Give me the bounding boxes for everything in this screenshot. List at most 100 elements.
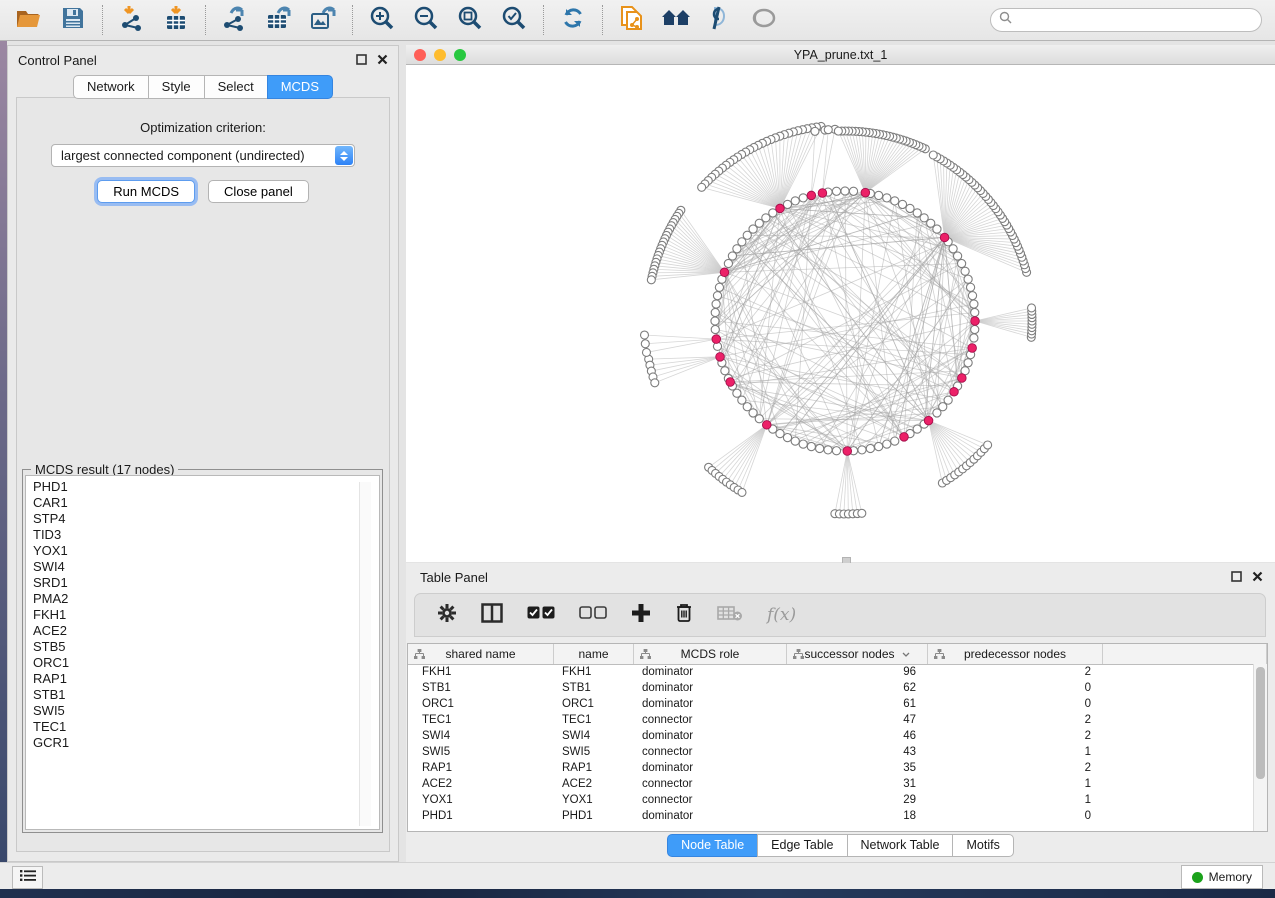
- list-item[interactable]: STB5: [33, 639, 379, 655]
- network-hub-node[interactable]: [958, 374, 967, 383]
- criterion-select[interactable]: largest connected component (undirected): [51, 144, 355, 167]
- network-hub-node[interactable]: [971, 317, 980, 326]
- network-node[interactable]: [642, 348, 650, 356]
- table-row[interactable]: YOX1YOX1connector291: [408, 792, 1254, 808]
- show-hide-panels-button[interactable]: [706, 6, 734, 34]
- list-item[interactable]: CAR1: [33, 495, 379, 511]
- network-node[interactable]: [849, 187, 857, 195]
- network-hub-node[interactable]: [940, 233, 949, 242]
- delete-table-button[interactable]: [717, 602, 743, 628]
- network-hub-node[interactable]: [762, 421, 771, 430]
- network-node[interactable]: [832, 187, 840, 195]
- network-node[interactable]: [966, 283, 974, 291]
- network-hub-node[interactable]: [843, 447, 852, 456]
- network-node[interactable]: [832, 447, 840, 455]
- list-item[interactable]: PMA2: [33, 591, 379, 607]
- table-row[interactable]: STB1STB1dominator620: [408, 680, 1254, 696]
- float-panel-icon[interactable]: [1231, 570, 1242, 585]
- list-item[interactable]: STP4: [33, 511, 379, 527]
- minimize-window-light[interactable]: [434, 49, 446, 61]
- close-panel-icon[interactable]: [1252, 570, 1263, 585]
- network-node[interactable]: [858, 509, 866, 517]
- column-header-shared-name[interactable]: shared name: [408, 644, 554, 664]
- network-node[interactable]: [799, 194, 807, 202]
- tab-node-table[interactable]: Node Table: [667, 834, 758, 857]
- table-row[interactable]: SWI5SWI5connector431: [408, 744, 1254, 760]
- export-network-button[interactable]: [221, 6, 249, 34]
- network-node[interactable]: [984, 441, 992, 449]
- list-item[interactable]: SRD1: [33, 575, 379, 591]
- export-table-button[interactable]: [265, 6, 293, 34]
- function-builder-button[interactable]: f(x): [767, 602, 796, 628]
- mcds-result-list[interactable]: PHD1CAR1STP4TID3YOX1SWI4SRD1PMA2FKH1ACE2…: [25, 475, 380, 830]
- search-input[interactable]: [1017, 12, 1261, 28]
- network-hub-node[interactable]: [924, 416, 933, 425]
- network-node[interactable]: [640, 331, 648, 339]
- network-canvas[interactable]: [406, 65, 1275, 562]
- save-session-button[interactable]: [59, 6, 87, 34]
- column-header-successor-nodes[interactable]: successor nodes: [787, 644, 928, 664]
- table-row[interactable]: SWI4SWI4dominator462: [408, 728, 1254, 744]
- network-hub-node[interactable]: [968, 344, 977, 353]
- tab-mcds[interactable]: MCDS: [267, 75, 333, 99]
- network-node[interactable]: [807, 442, 815, 450]
- network-hub-node[interactable]: [776, 204, 785, 213]
- network-node[interactable]: [791, 437, 799, 445]
- list-item[interactable]: STB1: [33, 687, 379, 703]
- zoom-fit-button[interactable]: [456, 6, 484, 34]
- table-settings-button[interactable]: [437, 602, 457, 628]
- table-row[interactable]: ACE2ACE2connector311: [408, 776, 1254, 792]
- network-node[interactable]: [724, 259, 732, 267]
- table-row[interactable]: FKH1FKH1dominator962: [408, 664, 1254, 680]
- network-node[interactable]: [929, 151, 937, 159]
- network-hub-node[interactable]: [720, 268, 729, 277]
- network-node[interactable]: [968, 292, 976, 300]
- close-panel-icon[interactable]: [377, 53, 388, 68]
- network-node[interactable]: [970, 334, 978, 342]
- refresh-layout-button[interactable]: [559, 6, 587, 34]
- network-node[interactable]: [711, 325, 719, 333]
- mcds-list-scrollbar[interactable]: [359, 482, 371, 826]
- table-row[interactable]: TEC1TEC1connector472: [408, 712, 1254, 728]
- select-all-rows-button[interactable]: [527, 602, 555, 628]
- network-node[interactable]: [651, 379, 659, 387]
- table-scrollbar-thumb[interactable]: [1256, 667, 1265, 779]
- zoom-out-button[interactable]: [412, 6, 440, 34]
- tab-style[interactable]: Style: [148, 75, 205, 99]
- column-header-name[interactable]: name: [554, 644, 634, 664]
- list-item[interactable]: YOX1: [33, 543, 379, 559]
- deselect-all-rows-button[interactable]: [579, 602, 607, 628]
- network-hub-node[interactable]: [900, 433, 909, 442]
- network-node[interactable]: [866, 444, 874, 452]
- network-canvas-svg[interactable]: [406, 65, 1275, 562]
- network-node[interactable]: [791, 197, 799, 205]
- network-node[interactable]: [971, 325, 979, 333]
- float-panel-icon[interactable]: [356, 53, 367, 68]
- network-hub-node[interactable]: [716, 353, 725, 362]
- zoom-selected-button[interactable]: [500, 6, 528, 34]
- import-table-button[interactable]: [162, 6, 190, 34]
- zoom-in-button[interactable]: [368, 6, 396, 34]
- network-node[interactable]: [964, 275, 972, 283]
- list-item[interactable]: TEC1: [33, 719, 379, 735]
- network-hub-node[interactable]: [712, 335, 721, 344]
- network-node[interactable]: [713, 292, 721, 300]
- network-hub-node[interactable]: [818, 189, 827, 198]
- list-item[interactable]: ORC1: [33, 655, 379, 671]
- tab-edge-table[interactable]: Edge Table: [757, 834, 847, 857]
- network-node[interactable]: [906, 204, 914, 212]
- network-node[interactable]: [944, 396, 952, 404]
- table-row[interactable]: ORC1ORC1dominator610: [408, 696, 1254, 712]
- table-row[interactable]: RAP1RAP1dominator352: [408, 760, 1254, 776]
- network-node[interactable]: [711, 308, 719, 316]
- network-title-bar[interactable]: YPA_prune.txt_1: [406, 45, 1275, 65]
- search-box[interactable]: [990, 8, 1262, 32]
- list-item[interactable]: GCR1: [33, 735, 379, 751]
- network-node[interactable]: [891, 197, 899, 205]
- network-node[interactable]: [898, 200, 906, 208]
- tab-motifs[interactable]: Motifs: [952, 834, 1013, 857]
- close-panel-button[interactable]: Close panel: [208, 180, 309, 203]
- tab-network[interactable]: Network: [73, 75, 149, 99]
- list-item[interactable]: RAP1: [33, 671, 379, 687]
- network-node[interactable]: [816, 444, 824, 452]
